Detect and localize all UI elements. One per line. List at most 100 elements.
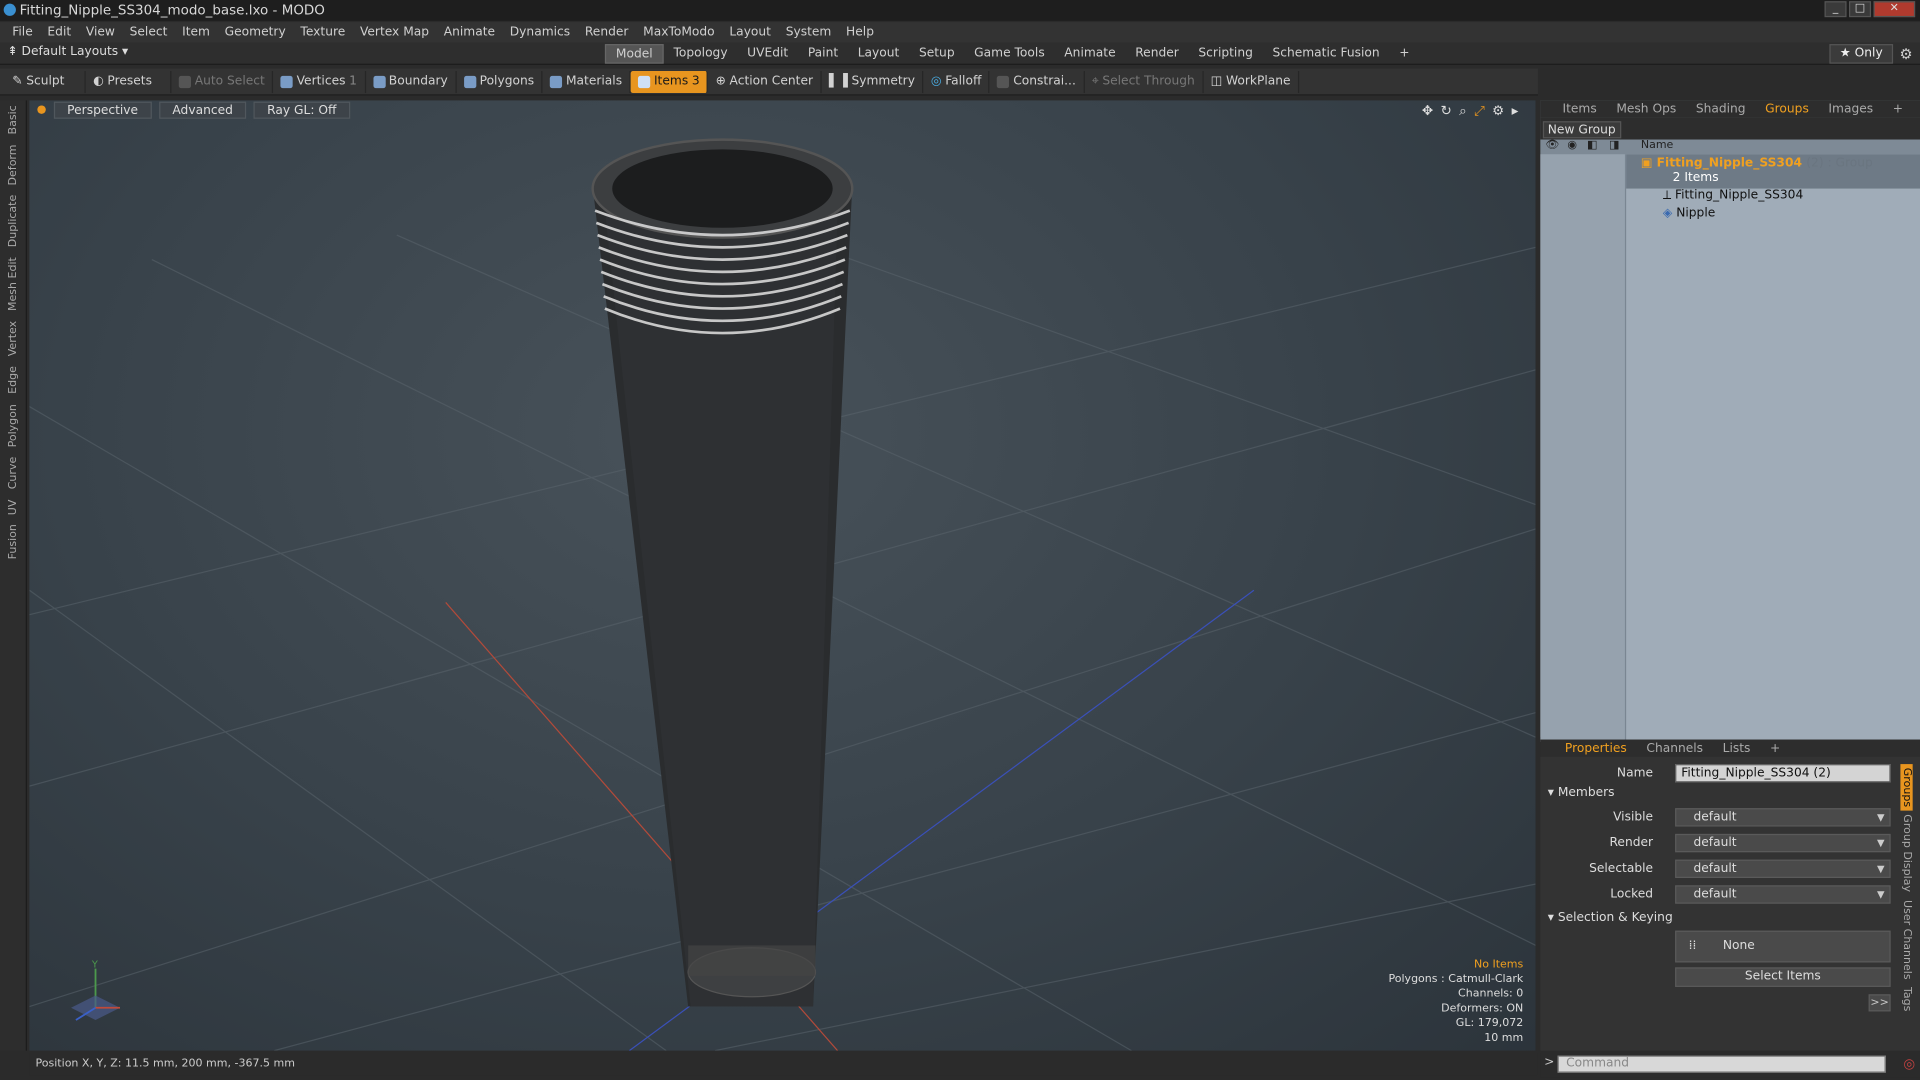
menu-help[interactable]: Help xyxy=(839,26,882,39)
tab-groups[interactable]: Groups xyxy=(1755,102,1818,115)
viewport-settings-icon[interactable]: ⚙ xyxy=(1492,103,1504,120)
members-section[interactable]: ▾ Members xyxy=(1548,786,1615,799)
gear-icon[interactable]: ⚙ xyxy=(1899,45,1912,62)
tab-mesh-ops[interactable]: Mesh Ops xyxy=(1607,102,1687,115)
menu-dynamics[interactable]: Dynamics xyxy=(502,26,577,39)
new-group-button[interactable]: New Group xyxy=(1542,121,1622,139)
lefttab-edge[interactable]: Edge xyxy=(5,361,22,399)
tab-model[interactable]: Model xyxy=(604,44,664,64)
visible-select[interactable]: default ▼ xyxy=(1675,808,1891,827)
side-tab-group-display[interactable]: Group Display xyxy=(1900,811,1912,896)
tab-layout[interactable]: Layout xyxy=(848,44,909,64)
action-center-button[interactable]: ⊕ Action Center xyxy=(708,70,822,93)
add-panel-tab-icon[interactable]: + xyxy=(1883,102,1913,115)
tab-render[interactable]: Render xyxy=(1125,44,1188,64)
tree-item-nipple[interactable]: ◈ Nipple xyxy=(1663,207,1715,220)
menu-texture[interactable]: Texture xyxy=(293,26,353,39)
more-button[interactable]: >> xyxy=(1868,994,1891,1012)
none-button[interactable]: ⁞⁞ None xyxy=(1675,930,1891,963)
selectable-select[interactable]: default ▼ xyxy=(1675,859,1891,878)
menu-maxtomodo[interactable]: MaxToModo xyxy=(636,26,722,39)
lefttab-vertex[interactable]: Vertex xyxy=(5,316,22,361)
render-col-icon[interactable]: ◉ xyxy=(1567,140,1577,152)
pan-icon[interactable]: ✥ xyxy=(1422,103,1433,120)
menu-render[interactable]: Render xyxy=(577,26,635,39)
tab-properties[interactable]: Properties xyxy=(1555,741,1636,754)
sculpt-button[interactable]: ✎ Sculpt xyxy=(5,70,86,93)
visibility-col-icon[interactable]: 👁 xyxy=(1545,140,1559,152)
constraints-button[interactable]: Constrai... xyxy=(990,70,1085,93)
tab-lists[interactable]: Lists xyxy=(1713,741,1760,754)
menu-file[interactable]: File xyxy=(5,26,40,39)
tab-schematic-fusion[interactable]: Schematic Fusion xyxy=(1263,44,1390,64)
tab-uvedit[interactable]: UVEdit xyxy=(737,44,798,64)
menu-vertex-map[interactable]: Vertex Map xyxy=(353,26,437,39)
lefttab-fusion[interactable]: Fusion xyxy=(5,520,22,565)
lefttab-mesh-edit[interactable]: Mesh Edit xyxy=(5,252,22,316)
viewport-menu-icon[interactable]: ● xyxy=(37,104,47,116)
side-tab-groups[interactable]: Groups xyxy=(1900,764,1913,811)
record-icon[interactable]: ◎ xyxy=(1903,1056,1915,1072)
lefttab-deform[interactable]: Deform xyxy=(5,139,22,190)
materials-button[interactable]: Materials xyxy=(543,70,631,93)
lefttab-polygon[interactable]: Polygon xyxy=(5,399,22,452)
maximize-button[interactable]: □ xyxy=(1848,1,1872,18)
boundary-button[interactable]: Boundary xyxy=(366,70,457,93)
raygl-toggle[interactable]: Ray GL: Off xyxy=(253,101,350,119)
tab-topology[interactable]: Topology xyxy=(664,44,738,64)
only-button[interactable]: ★ Only xyxy=(1829,44,1894,64)
select-through-button[interactable]: ⌖ Select Through xyxy=(1084,70,1204,93)
lock-col-icon[interactable]: ◧ xyxy=(1587,140,1597,152)
group-row[interactable]: ▣ Fitting_Nipple_SS304 (2) : Group xyxy=(1641,157,1873,170)
presets-button[interactable]: ◐ Presets xyxy=(86,70,172,93)
maximize-viewport-icon[interactable]: ⤢ xyxy=(1474,103,1485,120)
shading-dropdown[interactable]: Advanced xyxy=(158,101,247,119)
viewport-expand-icon[interactable]: ▸ xyxy=(1512,103,1519,120)
lefttab-duplicate[interactable]: Duplicate xyxy=(5,190,22,252)
add-props-tab-icon[interactable]: + xyxy=(1760,741,1790,754)
select-items-button[interactable]: Select Items xyxy=(1675,967,1891,987)
close-button[interactable]: ✕ xyxy=(1873,1,1916,18)
tab-channels[interactable]: Channels xyxy=(1637,741,1713,754)
tab-game-tools[interactable]: Game Tools xyxy=(964,44,1054,64)
tab-setup[interactable]: Setup xyxy=(909,44,964,64)
locked-select[interactable]: default ▼ xyxy=(1675,885,1891,904)
pipe-nipple-model[interactable] xyxy=(591,138,854,1007)
tab-images[interactable]: Images xyxy=(1819,102,1883,115)
tree-item-fitting[interactable]: ⟂ Fitting_Nipple_SS304 xyxy=(1663,189,1803,202)
menu-geometry[interactable]: Geometry xyxy=(217,26,293,39)
selection-keying-section[interactable]: ▾ Selection & Keying xyxy=(1548,911,1673,924)
auto-select-button[interactable]: Auto Select xyxy=(171,70,274,93)
menu-select[interactable]: Select xyxy=(122,26,174,39)
items-button[interactable]: Items 3 xyxy=(630,70,709,93)
falloff-button[interactable]: ◎ Falloff xyxy=(924,70,990,93)
add-tab-icon[interactable]: + xyxy=(1389,44,1419,64)
minimize-button[interactable]: _ xyxy=(1824,1,1847,18)
symmetry-button[interactable]: ▌▐ Symmetry xyxy=(822,70,924,93)
tab-shading[interactable]: Shading xyxy=(1686,102,1755,115)
tab-animate[interactable]: Animate xyxy=(1055,44,1126,64)
lefttab-basic[interactable]: Basic xyxy=(5,100,22,139)
menu-animate[interactable]: Animate xyxy=(436,26,502,39)
menu-layout[interactable]: Layout xyxy=(722,26,778,39)
menu-view[interactable]: View xyxy=(79,26,123,39)
workplane-button[interactable]: ◫ WorkPlane xyxy=(1203,70,1300,93)
layout-preset-dropdown[interactable]: ⇞ Default Layouts ▾ xyxy=(7,45,128,58)
tab-scripting[interactable]: Scripting xyxy=(1189,44,1263,64)
command-input[interactable]: Command xyxy=(1557,1055,1886,1073)
polygons-button[interactable]: Polygons xyxy=(456,70,543,93)
select-col-icon[interactable]: ◨ xyxy=(1609,140,1619,152)
rotate-icon[interactable]: ↻ xyxy=(1440,103,1451,120)
side-tab-user-channels[interactable]: User Channels xyxy=(1900,896,1912,983)
3d-viewport[interactable]: ● Perspective Advanced Ray GL: Off ✥ ↻ ⌕… xyxy=(29,100,1536,1051)
zoom-icon[interactable]: ⌕ xyxy=(1459,103,1467,120)
side-tab-tags[interactable]: Tags xyxy=(1900,983,1912,1015)
perspective-dropdown[interactable]: Perspective xyxy=(53,101,152,119)
vertices-button[interactable]: Vertices 1 xyxy=(273,70,366,93)
tab-items[interactable]: Items xyxy=(1553,102,1607,115)
name-column-header[interactable]: Name xyxy=(1641,140,1674,152)
lefttab-curve[interactable]: Curve xyxy=(5,452,22,494)
menu-system[interactable]: System xyxy=(778,26,838,39)
name-field[interactable]: Fitting_Nipple_SS304 (2) xyxy=(1675,764,1891,783)
menu-item[interactable]: Item xyxy=(175,26,218,39)
